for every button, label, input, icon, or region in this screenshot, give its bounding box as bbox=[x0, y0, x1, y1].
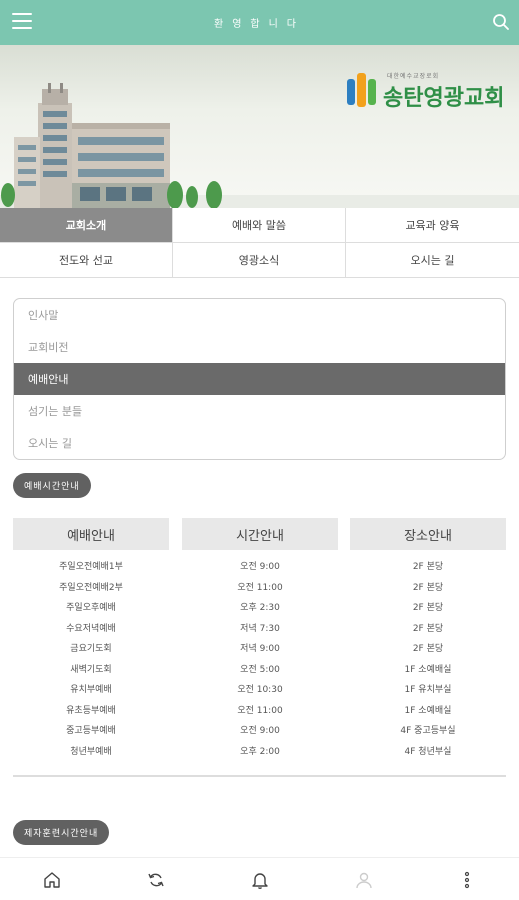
tab-education[interactable]: 교육과 양육 bbox=[346, 208, 519, 243]
row-time: 저녁 7:30 bbox=[240, 623, 280, 634]
submenu-list: 인사말 교회비전 예배안내 섬기는 분들 오시는 길 bbox=[13, 298, 506, 460]
tab-directions[interactable]: 오시는 길 bbox=[346, 243, 519, 278]
row-worship-name: 청년부예배 bbox=[70, 746, 112, 757]
row-place: 2F 본당 bbox=[412, 582, 444, 593]
section-label-worship-times: 예배시간안내 bbox=[13, 473, 91, 498]
tab-church-intro[interactable]: 교회소개 bbox=[0, 208, 173, 243]
row-time: 오전 5:00 bbox=[240, 664, 280, 675]
submenu-item-greeting[interactable]: 인사말 bbox=[14, 299, 505, 331]
logo-denomination: 대한예수교장로회 bbox=[387, 73, 440, 80]
row-time: 오전 10:30 bbox=[237, 685, 283, 695]
column-header-worship: 예배안내 bbox=[13, 518, 169, 550]
row-worship-name: 금요기도회 bbox=[70, 644, 112, 654]
refresh-icon[interactable] bbox=[146, 870, 166, 890]
hero-banner: 대한예수교장로회 송탄영광교회 bbox=[0, 45, 519, 208]
more-icon[interactable] bbox=[457, 870, 477, 890]
row-time: 오전 9:00 bbox=[240, 726, 280, 736]
row-time: 오후 2:30 bbox=[240, 603, 280, 613]
search-icon[interactable] bbox=[491, 12, 511, 32]
row-time: 오전 11:00 bbox=[237, 582, 283, 593]
column-header-place: 장소안내 bbox=[350, 518, 506, 550]
bottom-navigation bbox=[0, 857, 519, 900]
page-title: 환영합니다 bbox=[214, 19, 305, 30]
home-icon[interactable] bbox=[42, 870, 62, 890]
divider bbox=[13, 775, 506, 777]
submenu-item-directions[interactable]: 오시는 길 bbox=[14, 427, 505, 459]
row-worship-name: 주일오후예배 bbox=[66, 603, 116, 613]
column-header-time: 시간안내 bbox=[182, 518, 338, 550]
row-time: 오전 9:00 bbox=[240, 562, 280, 572]
row-time: 저녁 9:00 bbox=[240, 644, 280, 654]
logo-mark-icon bbox=[347, 73, 376, 107]
logo-church-name: 송탄영광교회 bbox=[383, 86, 505, 111]
tab-worship[interactable]: 예배와 말씀 bbox=[173, 208, 346, 243]
row-worship-name: 중고등부예배 bbox=[66, 726, 116, 736]
row-place: 4F 청년부실 bbox=[404, 746, 452, 757]
app-bar: 환영합니다 bbox=[0, 0, 519, 45]
submenu-item-worship-guide[interactable]: 예배안내 bbox=[14, 363, 505, 395]
row-place: 4F 중고등부실 bbox=[400, 726, 456, 736]
row-worship-name: 유초등부예배 bbox=[66, 705, 116, 716]
row-place: 1F 유치부실 bbox=[404, 685, 452, 695]
row-worship-name: 수요저녁예배 bbox=[66, 623, 116, 634]
tab-news[interactable]: 영광소식 bbox=[173, 243, 346, 278]
row-place: 1F 소예배실 bbox=[404, 705, 452, 716]
row-place: 2F 본당 bbox=[412, 623, 444, 634]
row-worship-name: 주일오전예배1부 bbox=[59, 562, 123, 572]
church-logo: 대한예수교장로회 송탄영광교회 bbox=[345, 71, 505, 111]
row-worship-name: 새벽기도회 bbox=[70, 664, 112, 675]
row-place: 2F 본당 bbox=[412, 644, 444, 654]
section-label-discipleship-times: 제자훈련시간안내 bbox=[13, 820, 110, 845]
submenu-item-vision[interactable]: 교회비전 bbox=[14, 331, 505, 363]
church-building-illustration bbox=[0, 83, 519, 208]
row-worship-name: 주일오전예배2부 bbox=[59, 582, 123, 593]
row-place: 2F 본당 bbox=[412, 603, 444, 613]
bell-icon[interactable] bbox=[250, 870, 270, 890]
row-place: 1F 소예배실 bbox=[404, 664, 452, 675]
row-place: 2F 본당 bbox=[412, 562, 444, 572]
row-worship-name: 유치부예배 bbox=[70, 685, 112, 695]
menu-icon[interactable] bbox=[12, 13, 32, 31]
category-tabs: 교회소개 예배와 말씀 교육과 양육 전도와 선교 영광소식 오시는 길 bbox=[0, 208, 519, 278]
row-time: 오후 2:00 bbox=[240, 746, 280, 757]
submenu-item-staff[interactable]: 섬기는 분들 bbox=[14, 395, 505, 427]
user-icon[interactable] bbox=[354, 870, 374, 890]
row-time: 오전 11:00 bbox=[237, 705, 283, 716]
tab-mission[interactable]: 전도와 선교 bbox=[0, 243, 173, 278]
